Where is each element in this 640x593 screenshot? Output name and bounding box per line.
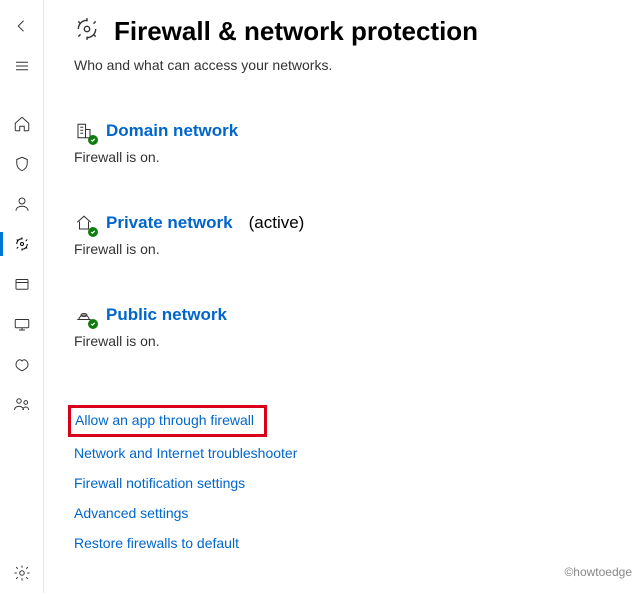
- back-button[interactable]: [0, 6, 44, 46]
- nav-family-options[interactable]: [0, 384, 44, 424]
- private-network-link[interactable]: Private network: [106, 213, 233, 233]
- domain-network-section: Domain network Firewall is on.: [74, 121, 630, 165]
- public-network-link[interactable]: Public network: [106, 305, 227, 325]
- nav-app-browser-control[interactable]: [0, 264, 44, 304]
- advanced-settings-link[interactable]: Advanced settings: [74, 505, 188, 521]
- private-network-active-tag: (active): [249, 213, 305, 233]
- firewall-icon: [74, 16, 100, 47]
- page-title: Firewall & network protection: [114, 16, 478, 47]
- menu-button[interactable]: [0, 46, 44, 86]
- allow-app-link[interactable]: Allow an app through firewall: [75, 412, 254, 428]
- status-ok-icon: [88, 135, 98, 145]
- private-network-section: Private network (active) Firewall is on.: [74, 213, 630, 257]
- main-content: Firewall & network protection Who and wh…: [74, 16, 630, 565]
- notification-settings-link[interactable]: Firewall notification settings: [74, 475, 245, 491]
- page-subtitle: Who and what can access your networks.: [74, 57, 630, 73]
- nav-firewall[interactable]: [0, 224, 44, 264]
- private-network-icon: [74, 213, 94, 233]
- public-network-section: Public network Firewall is on.: [74, 305, 630, 349]
- nav-device-performance[interactable]: [0, 344, 44, 384]
- status-ok-icon: [88, 227, 98, 237]
- restore-defaults-link[interactable]: Restore firewalls to default: [74, 535, 239, 551]
- public-network-status: Firewall is on.: [74, 333, 630, 349]
- status-ok-icon: [88, 319, 98, 329]
- nav-account-protection[interactable]: [0, 184, 44, 224]
- troubleshooter-link[interactable]: Network and Internet troubleshooter: [74, 445, 297, 461]
- domain-network-status: Firewall is on.: [74, 149, 630, 165]
- nav-virus-protection[interactable]: [0, 144, 44, 184]
- nav-home[interactable]: [0, 104, 44, 144]
- domain-network-link[interactable]: Domain network: [106, 121, 238, 141]
- private-network-status: Firewall is on.: [74, 241, 630, 257]
- domain-network-icon: [74, 121, 94, 141]
- nav-settings[interactable]: [0, 553, 44, 593]
- sidebar: [0, 0, 44, 593]
- highlight-box: Allow an app through firewall: [68, 405, 267, 437]
- settings-links: Allow an app through firewall Network an…: [74, 405, 630, 565]
- public-network-icon: [74, 305, 94, 325]
- watermark: ©howtoedge: [564, 565, 632, 579]
- nav-device-security[interactable]: [0, 304, 44, 344]
